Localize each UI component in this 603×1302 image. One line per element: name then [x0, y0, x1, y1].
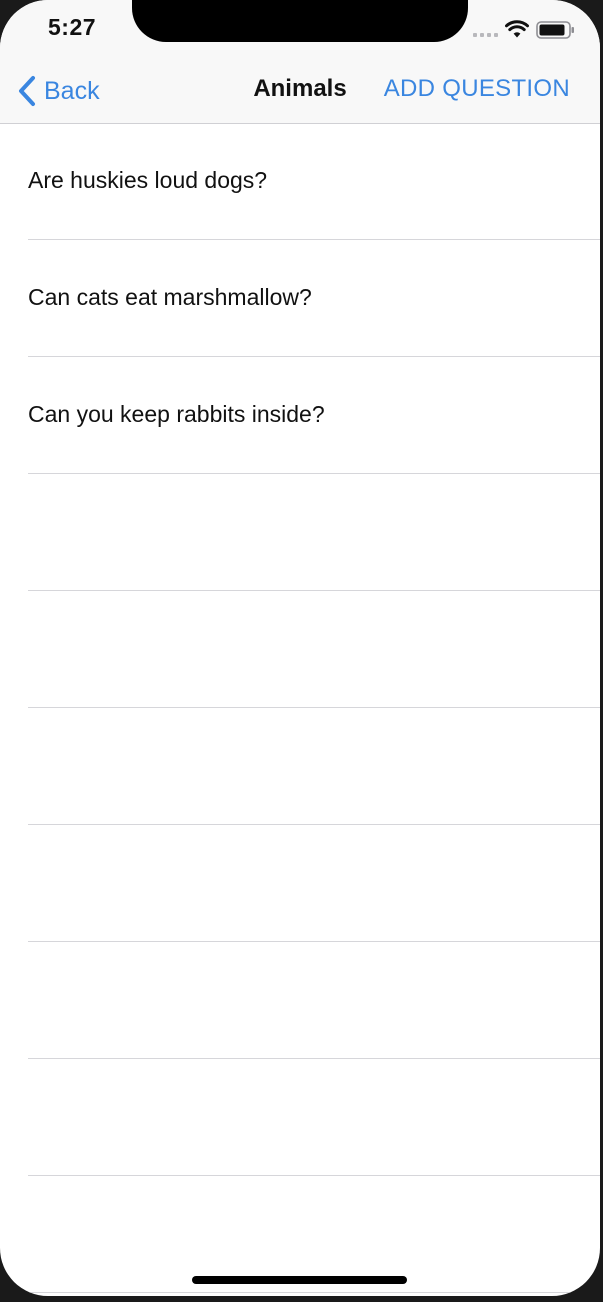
- cellular-signal-icon: [473, 33, 498, 37]
- status-time: 5:27: [48, 14, 97, 40]
- device-notch: [132, 0, 468, 42]
- back-button[interactable]: Back: [16, 74, 100, 108]
- empty-row: [28, 825, 600, 942]
- question-row[interactable]: Are huskies loud dogs?: [28, 123, 600, 240]
- wifi-icon: [505, 20, 529, 38]
- back-button-label: Back: [44, 76, 100, 105]
- empty-row: [28, 591, 600, 708]
- question-list: Are huskies loud dogs? Can cats eat mars…: [0, 123, 600, 1293]
- empty-row: [28, 708, 600, 825]
- question-label: Can cats eat marshmallow?: [28, 284, 312, 310]
- empty-row: [28, 474, 600, 591]
- question-row[interactable]: Can you keep rabbits inside?: [28, 357, 600, 474]
- add-question-button[interactable]: ADD QUESTION: [384, 75, 570, 103]
- device-frame: 5:27 Back Animals ADD QUESTION Are huski…: [0, 0, 603, 1302]
- empty-row: [28, 1059, 600, 1176]
- question-label: Are huskies loud dogs?: [28, 167, 268, 193]
- battery-icon: [536, 21, 574, 39]
- question-label: Can you keep rabbits inside?: [28, 401, 325, 427]
- app-screen: 5:27 Back Animals ADD QUESTION Are huski…: [0, 0, 600, 1296]
- chevron-left-icon: [19, 76, 35, 106]
- navigation-header: 5:27 Back Animals ADD QUESTION: [0, 0, 600, 124]
- page-title: Animals: [253, 75, 347, 102]
- empty-row: [28, 942, 600, 1059]
- home-indicator[interactable]: [192, 1276, 407, 1284]
- question-row[interactable]: Can cats eat marshmallow?: [28, 240, 600, 357]
